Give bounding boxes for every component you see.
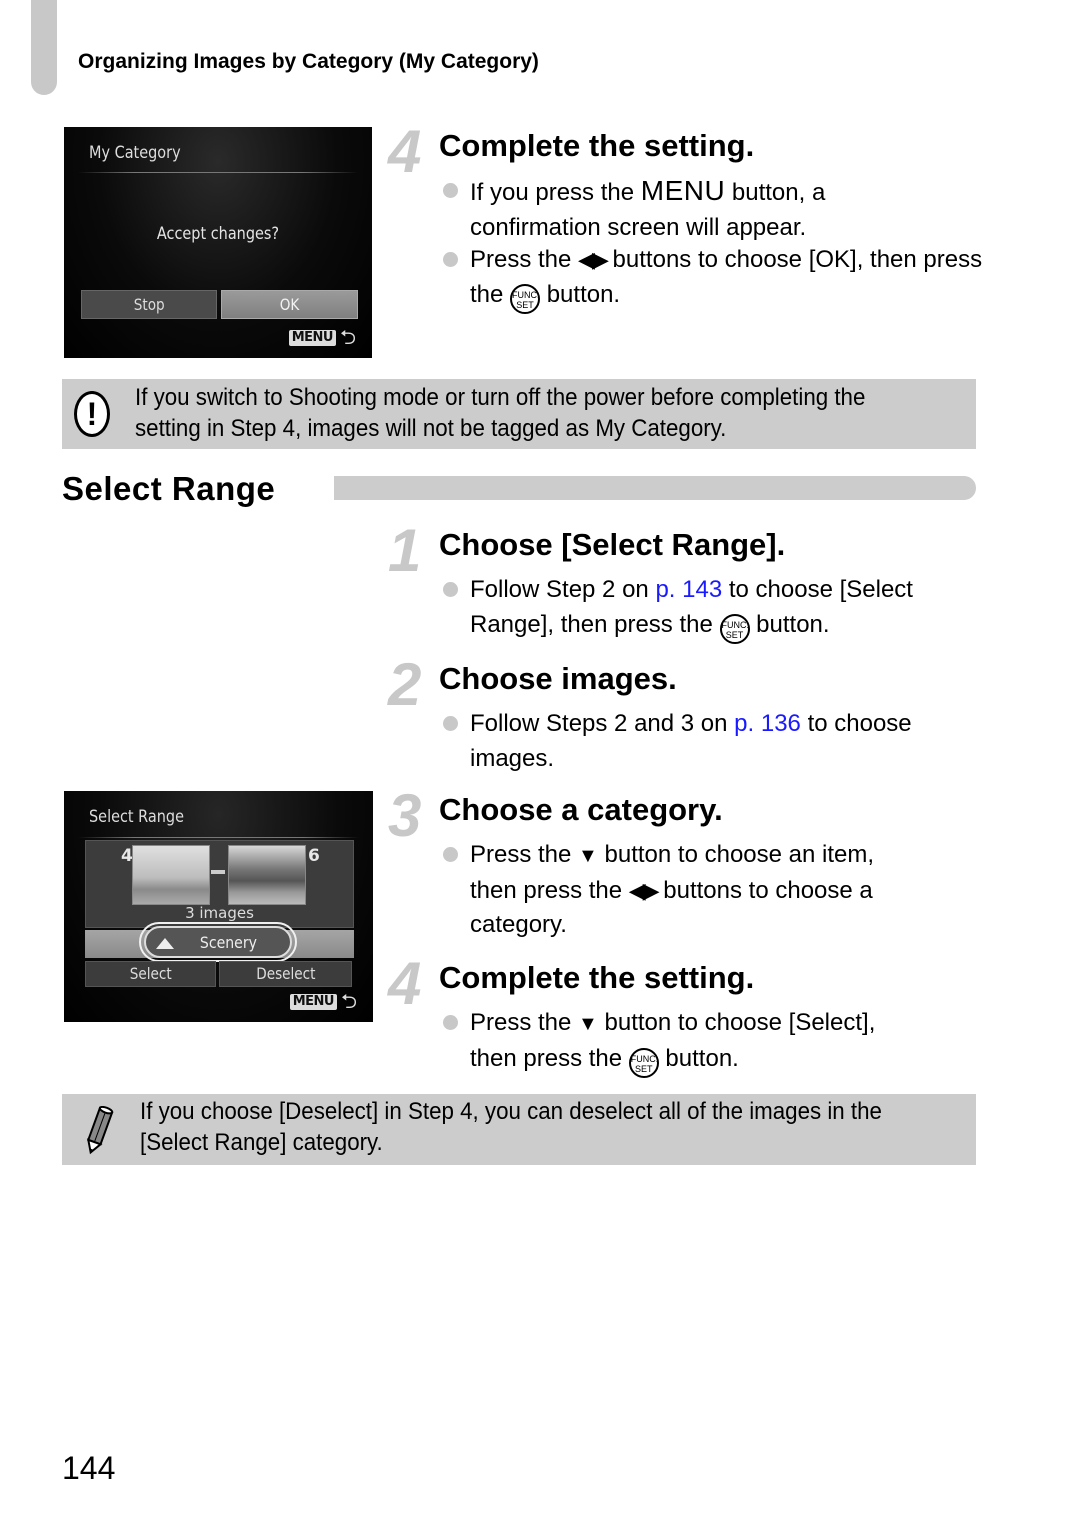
step-title: Complete the setting. (439, 128, 755, 163)
text: button. (749, 610, 830, 638)
stop-label: Stop (133, 295, 165, 314)
range-panel: 4 6 3 images (85, 840, 354, 928)
step-title: Complete the setting. (439, 960, 755, 995)
camera-screen-title: My Category (89, 143, 181, 163)
list-item: Press the ▼ button to choose [Select], t… (443, 1006, 983, 1078)
text: to choose (800, 710, 912, 737)
step-number: 3 (388, 782, 422, 849)
page-number: 144 (62, 1450, 116, 1486)
menu-back-indicator: MENU ⮌ (289, 991, 357, 1013)
menu-icon: MENU (288, 330, 336, 346)
divider (78, 172, 358, 173)
step-title: Choose images. (439, 661, 677, 696)
text: then press the (470, 876, 629, 904)
running-head: Organizing Images by Category (My Catego… (78, 50, 539, 73)
category-selector: Scenery (144, 926, 292, 958)
text: button. (658, 1044, 739, 1072)
camera-screen-message: Accept changes? (156, 224, 280, 244)
func-bottom: SET (635, 1063, 653, 1074)
text: Press the (470, 1009, 579, 1036)
deselect-label: Deselect (255, 964, 316, 983)
first-image-thumbnail (132, 845, 210, 905)
list-item: Follow Step 2 on p. 143 to choose [Selec… (443, 573, 983, 644)
ok-label: OK (279, 295, 300, 314)
func-top: FUNC. (630, 1053, 659, 1064)
text: If you switch to Shooting mode or turn o… (135, 384, 866, 411)
section-title: Select Range (62, 470, 276, 507)
func-top: FUNC. (512, 289, 540, 300)
func-top: FUNC. (721, 619, 750, 630)
text: Follow Step 2 on (470, 576, 656, 603)
text: category. (470, 911, 567, 938)
list-item: Press the ▼ button to choose an item, th… (443, 838, 983, 943)
stop-button: Stop (81, 290, 217, 319)
text: Follow Steps 2 and 3 on (470, 710, 735, 737)
menu-back-indicator: MENU ⮌ (288, 327, 356, 349)
left-right-buttons-icon: ◀▶ (628, 877, 660, 903)
text: button, a (725, 179, 826, 206)
deselect-button: Deselect (219, 961, 352, 987)
text: Press the (470, 841, 579, 868)
text: confirmation screen will appear. (470, 213, 807, 241)
page-link-143[interactable]: p. 143 (655, 576, 722, 603)
camera-screen-select-range: Select Range 4 6 3 images Scenery Select… (64, 791, 373, 1022)
text: images. (470, 744, 555, 772)
step-number: 4 (388, 118, 422, 185)
text: buttons to choose a (656, 876, 873, 904)
step-number: 1 (388, 517, 422, 584)
func-set-button-icon: FUNC. SET (628, 1047, 659, 1078)
step-number: 2 (388, 651, 422, 718)
camera-screen-confirm: My Category Accept changes? Stop OK MENU… (64, 127, 372, 358)
list-item: If you press the MENU button, a confirma… (443, 174, 983, 245)
divider (78, 837, 359, 838)
range-dash (211, 870, 225, 874)
caution-icon: ! (74, 391, 110, 437)
page-link-136[interactable]: p. 136 (734, 710, 801, 737)
text: button. (540, 280, 621, 308)
down-button-icon: ▼ (578, 845, 598, 867)
memo-text: If you choose [Deselect] in Step 4, you … (140, 1096, 917, 1158)
menu-button-icon: MENU (640, 175, 726, 206)
category-label: Scenery (199, 932, 257, 952)
list-item: Follow Steps 2 and 3 on p. 136 to choose… (443, 707, 983, 776)
func-set-button-icon: FUNC. SET (510, 283, 541, 314)
text: button to choose an item, (597, 841, 875, 868)
chapter-side-tab (31, 0, 57, 95)
image-count: 3 images (185, 904, 254, 922)
func-bottom: SET (516, 299, 534, 310)
section-title-bar (334, 476, 976, 500)
func-set-button-icon: FUNC. SET (719, 613, 750, 644)
step-number: 4 (388, 950, 422, 1017)
caution-note: ! If you switch to Shooting mode or turn… (62, 379, 976, 449)
text: Range], then press the (470, 610, 720, 638)
return-arrow-icon: ⮌ (340, 991, 357, 1013)
last-image-number: 6 (308, 846, 320, 866)
down-button-icon: ▼ (578, 1013, 598, 1035)
list-item: Press the ◀▶ buttons to choose [OK], the… (443, 243, 983, 314)
select-button: Select (85, 961, 216, 987)
memo-note: If you choose [Deselect] in Step 4, you … (62, 1094, 976, 1165)
text: then press the (470, 1044, 629, 1072)
camera-screen-title: Select Range (89, 807, 184, 827)
text: Press the (470, 246, 579, 273)
last-image-thumbnail (228, 845, 306, 905)
ok-button: OK (221, 290, 358, 319)
text: button to choose [Select], (597, 1009, 876, 1036)
text: setting in Step 4, images will not be ta… (135, 415, 727, 442)
select-label: Select (129, 964, 172, 983)
left-right-buttons-icon: ◀▶ (578, 247, 609, 272)
menu-icon: MENU (289, 994, 337, 1010)
return-arrow-icon: ⮌ (339, 327, 356, 349)
text: to choose [Select (722, 576, 913, 603)
scenery-icon (156, 935, 174, 949)
step-title: Choose [Select Range]. (439, 527, 786, 562)
pencil-icon (87, 1106, 114, 1155)
func-bottom: SET (725, 629, 744, 640)
text: If you choose [Deselect] in Step 4, you … (140, 1098, 882, 1125)
caution-text: If you switch to Shooting mode or turn o… (135, 382, 912, 444)
text: [Select Range] category. (140, 1129, 383, 1156)
step-title: Choose a category. (439, 792, 723, 827)
text: If you press the (470, 179, 641, 206)
